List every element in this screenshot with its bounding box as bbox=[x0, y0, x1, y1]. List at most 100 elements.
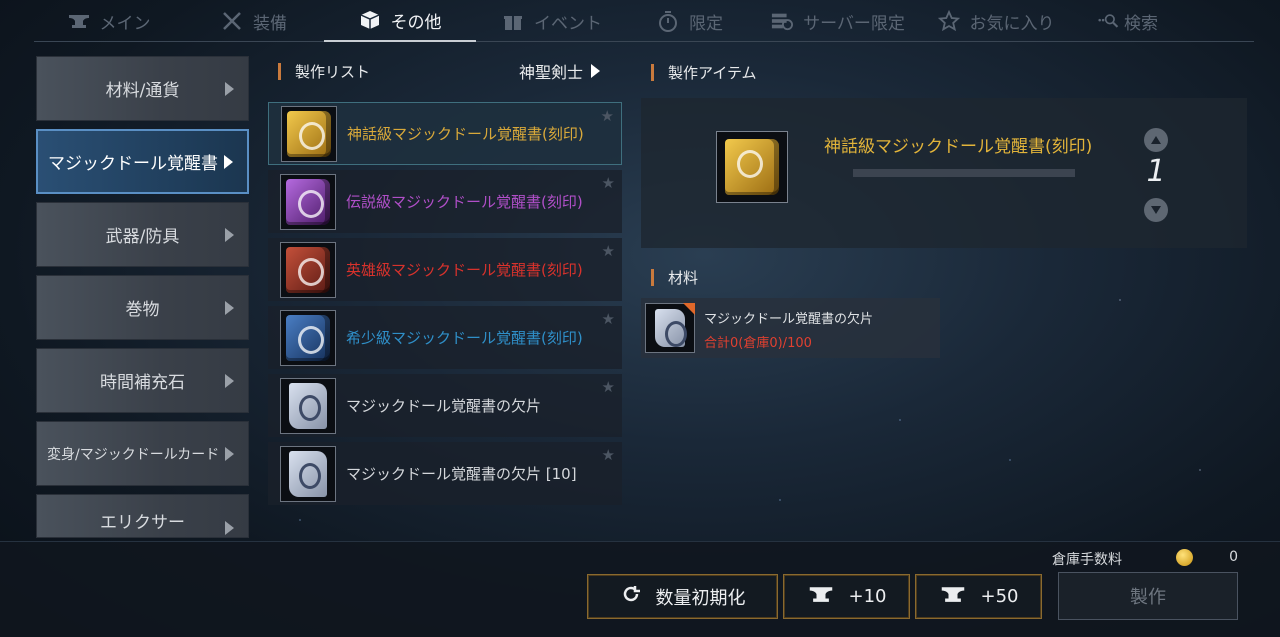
anvil-icon bbox=[939, 585, 967, 608]
scroll-fragment-icon bbox=[280, 377, 336, 434]
plus-10-button[interactable]: +10 bbox=[783, 574, 910, 619]
craft-row[interactable]: 神話級マジックドール覚醒書(刻印) ★ bbox=[268, 102, 622, 165]
craft-button-label: 製作 bbox=[1130, 587, 1166, 608]
craft-button[interactable]: 製作 bbox=[1058, 572, 1238, 620]
craft-row[interactable]: 英雄級マジックドール覚醒書(刻印) ★ bbox=[268, 238, 622, 301]
chevron-right-icon bbox=[225, 81, 234, 96]
scroll-fragment-icon bbox=[280, 445, 336, 502]
tab-label: イベント bbox=[534, 13, 602, 34]
anvil-icon bbox=[807, 585, 835, 608]
category-label: 時間補充石 bbox=[100, 373, 185, 393]
crossed-swords-icon bbox=[221, 10, 243, 32]
search-icon bbox=[1098, 10, 1120, 32]
craft-list: 神話級マジックドール覚醒書(刻印) ★ 伝説級マジックドール覚醒書(刻印) ★ … bbox=[268, 102, 622, 510]
purple-book-icon bbox=[280, 173, 336, 230]
class-filter-button[interactable]: 神聖剣士 bbox=[519, 59, 601, 83]
blue-book-icon bbox=[280, 309, 336, 366]
category-label: エリクサー bbox=[100, 513, 185, 533]
gold-book-icon bbox=[716, 131, 788, 203]
craft-row[interactable]: 伝説級マジックドール覚醒書(刻印) ★ bbox=[268, 170, 622, 233]
plus-50-button[interactable]: +50 bbox=[915, 574, 1042, 619]
favorite-star-icon[interactable]: ★ bbox=[602, 378, 615, 396]
craft-item-title: 製作アイテム bbox=[668, 64, 757, 82]
chevron-right-icon bbox=[225, 373, 234, 388]
category-elixir[interactable]: エリクサー bbox=[36, 494, 249, 538]
header-accent bbox=[278, 63, 281, 80]
quantity-increase-button[interactable] bbox=[1144, 128, 1168, 152]
category-label: 武器/防具 bbox=[105, 227, 180, 247]
category-magic-doll-awakening[interactable]: マジックドール覚醒書 bbox=[36, 129, 249, 194]
refresh-icon bbox=[620, 583, 642, 610]
material-count: 合計0(倉庫0)/100 bbox=[704, 336, 812, 351]
tab-event[interactable]: イベント bbox=[476, 0, 628, 42]
craft-progress-bar bbox=[853, 169, 1075, 177]
craft-item-name: マジックドール覚醒書の欠片 [10] bbox=[346, 465, 577, 483]
tab-label: メイン bbox=[99, 13, 151, 34]
craft-row[interactable]: マジックドール覚醒書の欠片 [10] ★ bbox=[268, 442, 622, 505]
tab-equipment[interactable]: 装備 bbox=[184, 0, 324, 42]
material-row[interactable]: マジックドール覚醒書の欠片 合計0(倉庫0)/100 bbox=[641, 298, 940, 358]
category-transform-cards[interactable]: 変身/マジックドールカード bbox=[36, 421, 249, 486]
category-label: 巻物 bbox=[125, 300, 160, 320]
reset-quantity-label: 数量初期化 bbox=[655, 587, 746, 609]
tab-favorites[interactable]: お気に入り bbox=[924, 0, 1068, 42]
red-book-icon bbox=[280, 241, 336, 298]
chevron-right-icon bbox=[225, 521, 234, 535]
box-icon bbox=[359, 9, 381, 31]
top-nav: メイン 装備 その他 イベント 限定 サーバー限定 お気に入り 検索 bbox=[34, 0, 1254, 42]
gold-coin-icon bbox=[1176, 549, 1193, 566]
storage-fee-label: 倉庫手数料 bbox=[1052, 552, 1122, 568]
materials-header: 材料 bbox=[651, 267, 698, 288]
category-weapons-armor[interactable]: 武器/防具 bbox=[36, 202, 249, 267]
gold-book-icon bbox=[281, 105, 337, 162]
tab-main[interactable]: メイン bbox=[34, 0, 184, 42]
quantity-decrease-button[interactable] bbox=[1144, 198, 1168, 222]
reset-quantity-button[interactable]: 数量初期化 bbox=[587, 574, 778, 619]
category-list: 材料/通貨 マジックドール覚醒書 武器/防具 巻物 時間補充石 変身/マジックド… bbox=[36, 56, 252, 546]
tab-label: 限定 bbox=[689, 13, 723, 34]
craft-list-title: 製作リスト bbox=[295, 63, 371, 81]
craft-item-name: マジックドール覚醒書の欠片 bbox=[346, 397, 542, 415]
craft-row[interactable]: マジックドール覚醒書の欠片 ★ bbox=[268, 374, 622, 437]
favorite-star-icon[interactable]: ★ bbox=[602, 242, 615, 260]
materials-title: 材料 bbox=[668, 269, 699, 287]
category-time-stones[interactable]: 時間補充石 bbox=[36, 348, 249, 413]
tab-search[interactable]: 検索 bbox=[1068, 0, 1188, 42]
tab-label: 検索 bbox=[1124, 13, 1158, 34]
material-name: マジックドール覚醒書の欠片 bbox=[704, 312, 874, 327]
chevron-right-icon bbox=[591, 64, 601, 78]
craft-item-name: 神話級マジックドール覚醒書(刻印) bbox=[347, 125, 584, 143]
tab-server-limited[interactable]: サーバー限定 bbox=[752, 0, 924, 42]
craft-item-panel: 神話級マジックドール覚醒書(刻印) 1 bbox=[641, 98, 1247, 248]
category-materials[interactable]: 材料/通貨 bbox=[36, 56, 249, 121]
favorite-star-icon[interactable]: ★ bbox=[602, 174, 615, 192]
stopwatch-icon bbox=[657, 10, 679, 32]
tab-limited[interactable]: 限定 bbox=[628, 0, 752, 42]
chevron-right-icon bbox=[225, 300, 234, 315]
grade-corner-badge bbox=[683, 303, 695, 315]
category-scrolls[interactable]: 巻物 bbox=[36, 275, 249, 340]
class-filter-label: 神聖剣士 bbox=[519, 63, 584, 82]
favorite-star-icon[interactable]: ★ bbox=[602, 310, 615, 328]
header-accent bbox=[651, 64, 654, 81]
tab-label: その他 bbox=[390, 12, 442, 33]
craft-item-name: 希少級マジックドール覚醒書(刻印) bbox=[346, 329, 583, 347]
category-label: 材料/通貨 bbox=[105, 81, 180, 101]
craft-item-header: 製作アイテム bbox=[651, 62, 757, 83]
favorite-star-icon[interactable]: ★ bbox=[602, 446, 615, 464]
tab-other[interactable]: その他 bbox=[324, 0, 476, 42]
quantity-value: 1 bbox=[1146, 154, 1166, 189]
category-label: 変身/マジックドールカード bbox=[47, 446, 220, 463]
craft-item-name: 伝説級マジックドール覚醒書(刻印) bbox=[346, 193, 583, 211]
chevron-right-icon bbox=[225, 446, 234, 461]
favorite-star-icon[interactable]: ★ bbox=[601, 107, 614, 125]
chevron-right-icon bbox=[225, 227, 234, 242]
tab-label: サーバー限定 bbox=[803, 13, 905, 34]
tab-label: お気に入り bbox=[969, 13, 1055, 34]
plus-50-label: +50 bbox=[980, 586, 1019, 607]
server-icon bbox=[771, 10, 794, 32]
scroll-fragment-icon bbox=[645, 303, 695, 353]
anvil-icon bbox=[68, 10, 90, 32]
star-icon bbox=[937, 10, 960, 32]
craft-row[interactable]: 希少級マジックドール覚醒書(刻印) ★ bbox=[268, 306, 622, 369]
